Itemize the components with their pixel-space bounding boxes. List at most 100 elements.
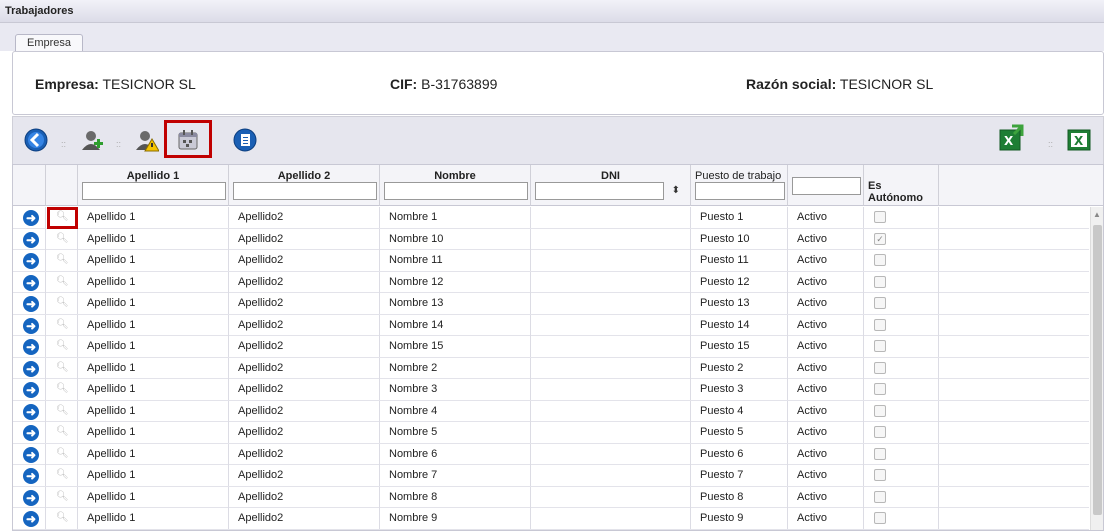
table-row[interactable]: ➜ 🔍︎ Apellido 1 Apellido2 Nombre 7 Puesto 7 Ac… [13,465,1089,487]
cell-arrow[interactable]: ➜ [13,207,46,228]
open-arrow-icon[interactable]: ➜ [23,489,39,506]
cell-view[interactable]: 🔍︎ [46,228,78,250]
open-arrow-icon[interactable]: ➜ [23,253,39,269]
worker-warning-button[interactable] [134,127,160,153]
sort-icon[interactable]: ⬍ [672,185,680,196]
scroll-thumb[interactable] [1093,225,1102,515]
open-arrow-icon[interactable]: ➜ [23,382,39,398]
autonomo-checkbox[interactable] [874,512,886,524]
table-row[interactable]: ➜ 🔍︎ Apellido 1 Apellido2 Nombre 2 Puesto 2 Ac… [13,357,1089,379]
add-worker-button[interactable] [79,127,105,153]
excel-button[interactable]: X [1066,127,1092,153]
magnifier-icon[interactable]: 🔍︎ [56,275,69,289]
autonomo-checkbox[interactable] [874,447,886,460]
document-button[interactable] [232,127,258,153]
autonomo-checkbox[interactable] [874,361,886,374]
open-arrow-icon[interactable]: ➜ [23,231,39,248]
cell-arrow[interactable]: ➜ [13,250,46,271]
autonomo-checkbox[interactable] [874,404,886,417]
autonomo-checkbox[interactable] [874,490,886,503]
cell-arrow[interactable]: ➜ [13,357,46,379]
cell-arrow[interactable]: ➜ [13,314,46,336]
table-row[interactable]: ➜ 🔍︎ Apellido 1 Apellido2 Nombre 10 Puesto 10… [13,228,1089,250]
back-button[interactable] [23,127,49,153]
open-arrow-icon[interactable]: ➜ [23,446,39,463]
table-row[interactable]: ➜ 🔍︎ Apellido 1 Apellido2 Nombre 12 Puesto 12… [13,271,1089,293]
cell-arrow[interactable]: ➜ [13,422,46,443]
cell-view[interactable]: 🔍︎ [46,443,78,465]
autonomo-checkbox[interactable] [874,297,886,309]
magnifier-icon[interactable]: 🔍︎ [56,447,69,461]
filter-puesto-input[interactable] [695,182,785,200]
cell-arrow[interactable]: ➜ [13,228,46,250]
cell-arrow[interactable]: ➜ [13,508,46,529]
autonomo-checkbox[interactable] [874,211,886,223]
table-row[interactable]: ➜ 🔍︎ Apellido 1 Apellido2 Nombre 11 Puesto 11… [13,250,1089,272]
cell-view[interactable]: 🔍︎ [46,314,78,336]
cell-view[interactable]: 🔍︎ [46,293,78,314]
scroll-up-icon[interactable]: ▲ [1093,210,1101,219]
filter-apellido2-input[interactable] [233,182,377,200]
open-arrow-icon[interactable]: ➜ [23,511,39,527]
magnifier-icon[interactable]: 🔍︎ [56,468,69,482]
cell-arrow[interactable]: ➜ [13,465,46,486]
cell-view[interactable]: 🔍︎ [46,465,78,486]
cell-view[interactable]: 🔍︎ [46,508,78,529]
open-arrow-icon[interactable]: ➜ [23,296,39,312]
vertical-scrollbar[interactable]: ▲ [1090,207,1103,530]
autonomo-checkbox[interactable]: ✓ [874,232,886,245]
autonomo-checkbox[interactable] [874,469,886,481]
magnifier-icon[interactable]: 🔍︎ [56,425,69,439]
open-arrow-icon[interactable]: ➜ [23,468,39,484]
cell-view[interactable]: 🔍︎ [46,422,78,443]
cell-view[interactable]: 🔍︎ [46,336,78,357]
autonomo-checkbox[interactable] [874,340,886,352]
filter-estado-input[interactable] [792,177,861,195]
cell-view[interactable]: 🔍︎ [46,250,78,271]
table-row[interactable]: ➜ 🔍︎ Apellido 1 Apellido2 Nombre 13 Puesto 13… [13,293,1089,315]
cell-view[interactable]: 🔍︎ [46,271,78,293]
table-row[interactable]: ➜ 🔍︎ Apellido 1 Apellido2 Nombre 14 Puesto 14… [13,314,1089,336]
excel-export-button[interactable]: X [998,124,1024,151]
open-arrow-icon[interactable]: ➜ [23,317,39,334]
open-arrow-icon[interactable]: ➜ [23,339,39,355]
cell-arrow[interactable]: ➜ [13,379,46,400]
cell-view[interactable]: 🔍︎ [46,400,78,422]
cell-view[interactable]: 🔍︎ [46,379,78,400]
open-arrow-icon[interactable]: ➜ [23,360,39,377]
table-row[interactable]: ➜ 🔍︎ Apellido 1 Apellido2 Nombre 6 Puesto 6 Ac… [13,443,1089,465]
cell-arrow[interactable]: ➜ [13,400,46,422]
cell-arrow[interactable]: ➜ [13,293,46,314]
magnifier-icon[interactable]: 🔍︎ [56,253,69,267]
magnifier-icon[interactable]: 🔍︎ [56,296,69,310]
magnifier-icon[interactable]: 🔍︎ [56,404,69,418]
table-row[interactable]: ➜ 🔍︎ Apellido 1 Apellido2 Nombre 5 Puesto 5 Ac… [13,422,1089,444]
cell-arrow[interactable]: ➜ [13,336,46,357]
cell-view[interactable]: 🔍︎ [46,357,78,379]
autonomo-checkbox[interactable] [874,426,886,438]
open-arrow-icon[interactable]: ➜ [23,425,39,441]
autonomo-checkbox[interactable] [874,275,886,288]
table-row[interactable]: ➜ 🔍︎ Apellido 1 Apellido2 Nombre 8 Puesto 8 Ac… [13,486,1089,508]
magnifier-icon[interactable]: 🔍︎ [56,511,69,525]
magnifier-icon[interactable]: 🔍︎ [56,318,69,332]
magnifier-icon[interactable]: 🔍︎ [56,232,69,246]
magnifier-icon[interactable]: 🔍︎ [56,382,69,396]
cell-arrow[interactable]: ➜ [13,486,46,508]
magnifier-icon[interactable]: 🔍︎ [56,361,69,375]
open-arrow-icon[interactable]: ➜ [23,403,39,420]
autonomo-checkbox[interactable] [874,318,886,331]
table-row[interactable]: ➜ 🔍︎ Apellido 1 Apellido2 Nombre 4 Puesto 4 Ac… [13,400,1089,422]
table-row[interactable]: ➜ 🔍︎ Apellido 1 Apellido2 Nombre 3 Puesto 3 Ac… [13,379,1089,401]
magnifier-icon[interactable]: 🔍︎ [56,490,69,504]
autonomo-checkbox[interactable] [874,383,886,395]
autonomo-checkbox[interactable] [874,254,886,266]
cell-arrow[interactable]: ➜ [13,271,46,293]
filter-dni-input[interactable] [535,182,664,200]
table-row[interactable]: ➜ 🔍︎ Apellido 1 Apellido2 Nombre 9 Puesto 9 Ac… [13,508,1089,530]
open-arrow-icon[interactable]: ➜ [23,274,39,291]
cell-arrow[interactable]: ➜ [13,443,46,465]
tab-empresa[interactable]: Empresa [15,34,83,52]
filter-nombre-input[interactable] [384,182,528,200]
table-row[interactable]: ➜ 🔍︎ Apellido 1 Apellido2 Nombre 1 Puesto 1 Ac… [13,207,1089,229]
